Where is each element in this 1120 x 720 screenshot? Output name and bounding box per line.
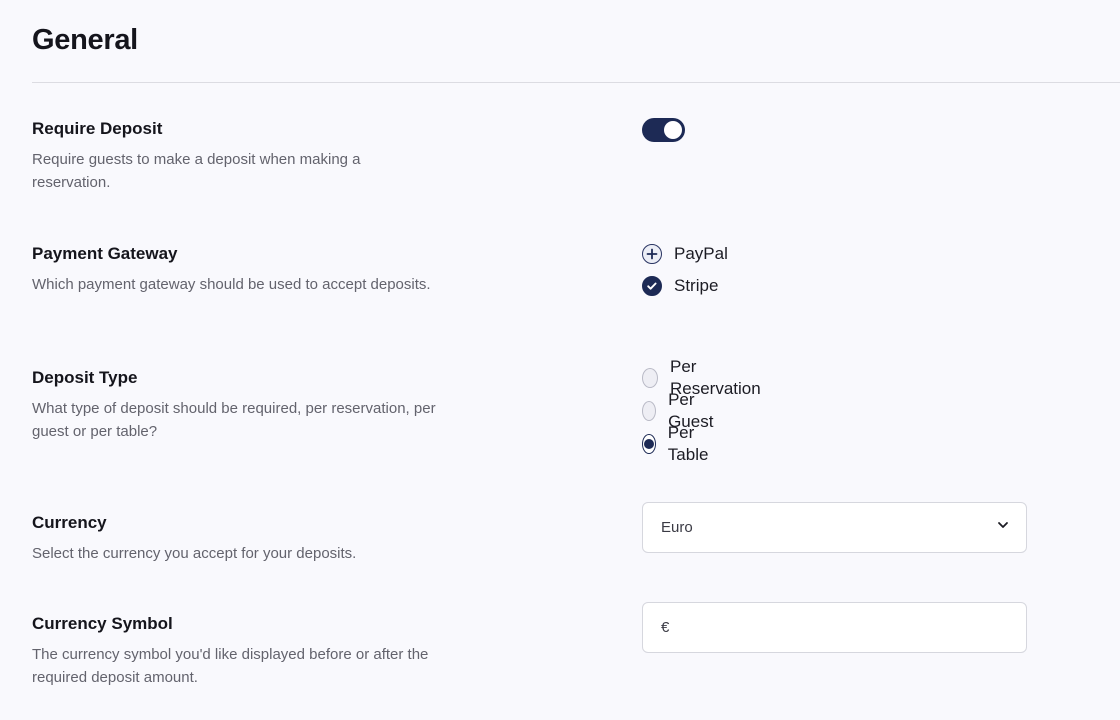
settings-page: General Require Deposit Require guests t…	[0, 0, 1120, 720]
toggle-knob	[664, 121, 682, 139]
currency-select[interactable]: Euro	[642, 502, 1027, 553]
deposit-type-per-guest[interactable]: Per Guest	[642, 390, 719, 431]
currency-description: Select the currency you accept for your …	[32, 545, 357, 562]
currency-symbol-section: Currency Symbol The currency symbol you'…	[32, 602, 1120, 689]
require-deposit-description: Require guests to make a deposit when ma…	[32, 151, 361, 191]
payment-gateway-label: Payment Gateway	[32, 244, 178, 263]
deposit-type-per-reservation[interactable]: Per Reservation	[642, 357, 765, 398]
currency-symbol-input[interactable]	[642, 602, 1027, 653]
page-title: General	[32, 24, 138, 56]
require-deposit-toggle[interactable]	[642, 118, 685, 142]
chevron-down-icon	[996, 518, 1010, 537]
payment-option-label: PayPal	[674, 244, 728, 263]
radio-button	[642, 401, 657, 421]
plus-icon	[642, 244, 662, 264]
currency-section: Currency Select the currency you accept …	[32, 502, 1120, 565]
deposit-type-option-label: Per Table	[667, 423, 709, 464]
currency-symbol-description: The currency symbol you'd like displayed…	[32, 646, 429, 686]
deposit-type-label: Deposit Type	[32, 368, 138, 387]
payment-option-paypal[interactable]: PayPal	[642, 242, 728, 266]
payment-option-stripe[interactable]: Stripe	[642, 274, 718, 298]
radio-button-selected	[642, 434, 656, 454]
payment-gateway-description: Which payment gateway should be used to …	[32, 276, 431, 293]
radio-dot	[643, 439, 654, 449]
payment-gateway-section: Payment Gateway Which payment gateway sh…	[32, 243, 1120, 296]
check-icon	[642, 276, 662, 296]
require-deposit-label: Require Deposit	[32, 119, 163, 138]
deposit-type-section: Deposit Type What type of deposit should…	[32, 357, 1120, 464]
deposit-type-per-table[interactable]: Per Table	[642, 423, 715, 464]
radio-button	[642, 368, 658, 388]
require-deposit-section: Require Deposit Require guests to make a…	[32, 118, 1120, 194]
currency-select-value: Euro	[661, 519, 693, 536]
payment-option-label: Stripe	[674, 276, 719, 295]
deposit-type-description: What type of deposit should be required,…	[32, 400, 436, 440]
header-divider	[32, 82, 1120, 83]
